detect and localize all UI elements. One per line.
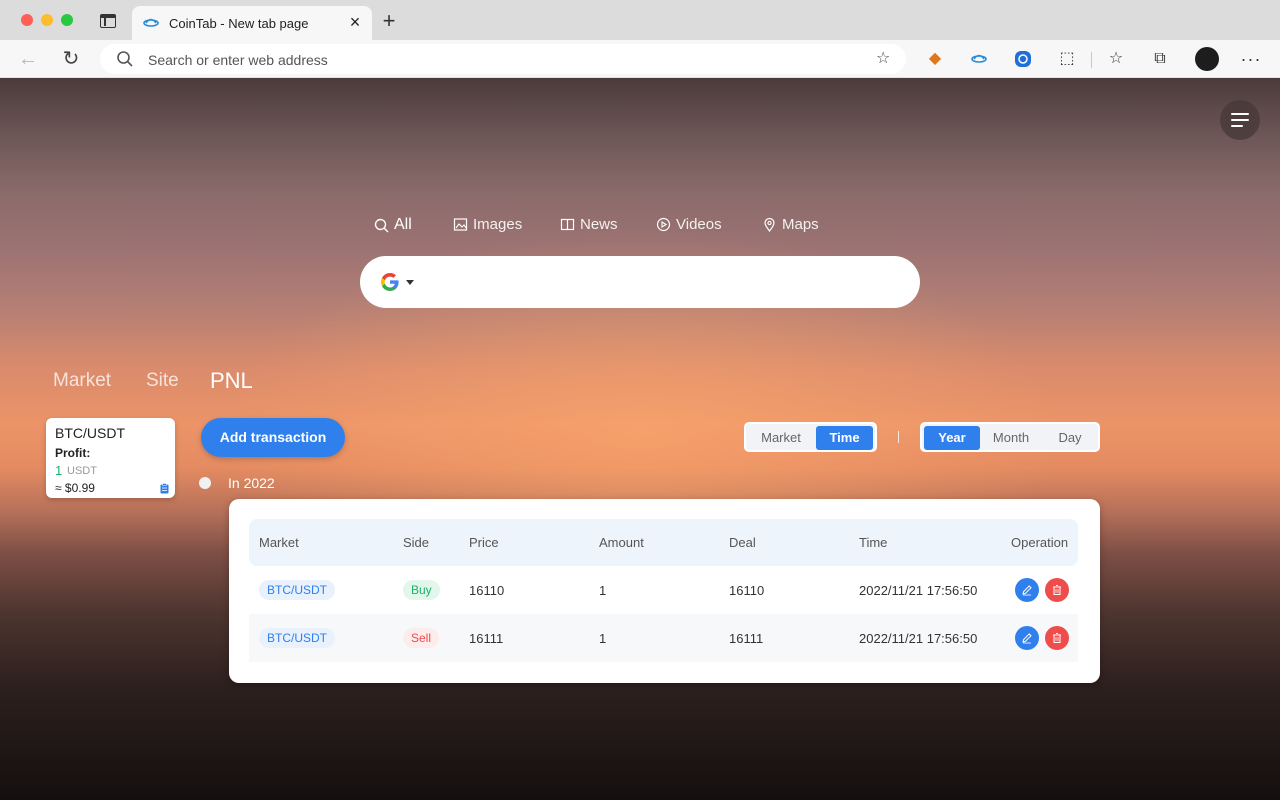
tab-videos[interactable]: Videos	[656, 216, 722, 233]
web-search-input[interactable]	[360, 256, 920, 308]
group-mode-toggle: Market Time	[744, 422, 877, 452]
image-icon	[453, 218, 468, 231]
deal-cell: 16111	[729, 630, 764, 646]
play-icon	[656, 217, 671, 232]
column-header: Amount	[599, 535, 644, 550]
toolbar-separator	[1091, 52, 1092, 68]
tab-cointab[interactable]: CoinTab - New tab page ×	[132, 6, 372, 40]
delete-icon[interactable]	[1045, 578, 1069, 602]
chevron-down-icon[interactable]	[406, 280, 414, 285]
profile-avatar[interactable]	[1195, 47, 1219, 71]
tab-all[interactable]: All	[374, 216, 412, 234]
map-pin-icon	[764, 217, 775, 232]
toggle-month[interactable]: Month	[982, 426, 1040, 450]
timeline-label: In 2022	[228, 475, 275, 491]
puzzle-icon[interactable]: ⬚	[1056, 48, 1078, 70]
blue-extension-icon[interactable]	[1012, 48, 1034, 70]
menu-icon[interactable]	[1220, 100, 1260, 140]
profit-unit: USDT	[67, 465, 97, 477]
edit-icon[interactable]	[1015, 626, 1039, 650]
time-cell: 2022/11/21 17:56:50	[859, 630, 978, 646]
address-bar[interactable]: Search or enter web address ☆	[100, 44, 906, 74]
profit-usd: ≈ $0.99	[55, 481, 95, 495]
toggle-day[interactable]: Day	[1042, 426, 1098, 450]
column-header: Market	[259, 535, 299, 550]
toggle-time[interactable]: Time	[816, 426, 873, 450]
deal-cell: 16110	[729, 582, 765, 598]
column-header: Operation	[1011, 535, 1069, 550]
price-cell: 16110	[469, 582, 505, 598]
tab-actions-icon[interactable]	[100, 14, 116, 28]
tab-close-icon[interactable]: ×	[346, 13, 364, 31]
profit-label: Profit:	[55, 446, 91, 460]
window-close-button[interactable]	[21, 14, 33, 26]
back-icon[interactable]: ←	[17, 48, 39, 70]
new-tab-icon[interactable]: +	[380, 10, 398, 32]
search-icon	[374, 218, 389, 232]
amount-cell: 1	[599, 630, 607, 646]
address-input[interactable]: Search or enter web address	[148, 52, 328, 68]
price-cell: 16111	[469, 630, 504, 646]
metamask-fox-icon[interactable]: ◆	[924, 48, 946, 70]
pair-profit-card[interactable]: BTC/USDT Profit: 1 USDT ≈ $0.99	[46, 418, 175, 498]
tab-site[interactable]: Site	[146, 370, 179, 392]
tab-images[interactable]: Images	[453, 216, 522, 233]
period-toggle: Year Month Day	[920, 422, 1100, 452]
add-transaction-button[interactable]: Add transaction	[201, 418, 345, 457]
table-row: BTC/USDT Buy 16110 1 16110 2022/11/21 17…	[249, 566, 1078, 614]
new-tab-page: All Images News Videos Maps Market Site …	[0, 78, 1280, 800]
amount-cell: 1	[599, 582, 607, 598]
edit-icon[interactable]	[1015, 578, 1039, 602]
window-zoom-button[interactable]	[61, 14, 73, 26]
table-header: Market Side Price Amount Deal Time Opera…	[249, 519, 1078, 566]
tab-title: CoinTab - New tab page	[169, 16, 309, 31]
browser-toolbar: ← ↻ Search or enter web address ☆ ◆ ⬚ ☆ …	[0, 40, 1280, 78]
book-icon	[560, 218, 575, 231]
column-header: Time	[859, 535, 888, 550]
delete-icon[interactable]	[1045, 626, 1069, 650]
tab-news[interactable]: News	[560, 216, 618, 233]
timeline-dot	[199, 477, 211, 489]
profit-value: 1	[55, 463, 63, 478]
market-pill: BTC/USDT	[259, 580, 335, 600]
tab-maps[interactable]: Maps	[762, 216, 819, 233]
browser-tab-bar: CoinTab - New tab page × +	[0, 0, 1280, 40]
clipboard-icon[interactable]	[160, 483, 169, 494]
window-minimize-button[interactable]	[41, 14, 53, 26]
google-icon[interactable]	[380, 272, 400, 292]
side-badge: Buy	[403, 580, 440, 600]
toggle-divider	[898, 431, 899, 443]
favorites-icon[interactable]: ☆	[1105, 48, 1127, 70]
cointab-icon	[143, 18, 159, 27]
time-cell: 2022/11/21 17:56:50	[859, 582, 978, 598]
cointab-extension-icon[interactable]	[968, 48, 990, 70]
operation-cell	[1011, 566, 1069, 614]
tab-market[interactable]: Market	[53, 370, 111, 392]
operation-cell	[1011, 614, 1069, 662]
toggle-market[interactable]: Market	[748, 426, 814, 450]
pair-name: BTC/USDT	[55, 425, 125, 441]
table-row: BTC/USDT Sell 16111 1 16111 2022/11/21 1…	[249, 614, 1078, 662]
toggle-year[interactable]: Year	[924, 426, 980, 450]
column-header: Side	[403, 535, 430, 550]
reload-icon[interactable]: ↻	[60, 48, 82, 70]
tab-pnl[interactable]: PNL	[210, 368, 253, 394]
more-icon[interactable]: ···	[1240, 48, 1262, 70]
favorite-add-icon[interactable]: ☆	[876, 50, 894, 68]
column-header: Deal	[729, 535, 756, 550]
market-pill: BTC/USDT	[259, 628, 335, 648]
collections-icon[interactable]: ⧉	[1149, 48, 1171, 70]
column-header: Price	[469, 535, 499, 550]
search-icon	[117, 51, 133, 67]
side-badge: Sell	[403, 628, 440, 648]
transactions-card: Market Side Price Amount Deal Time Opera…	[229, 499, 1100, 683]
